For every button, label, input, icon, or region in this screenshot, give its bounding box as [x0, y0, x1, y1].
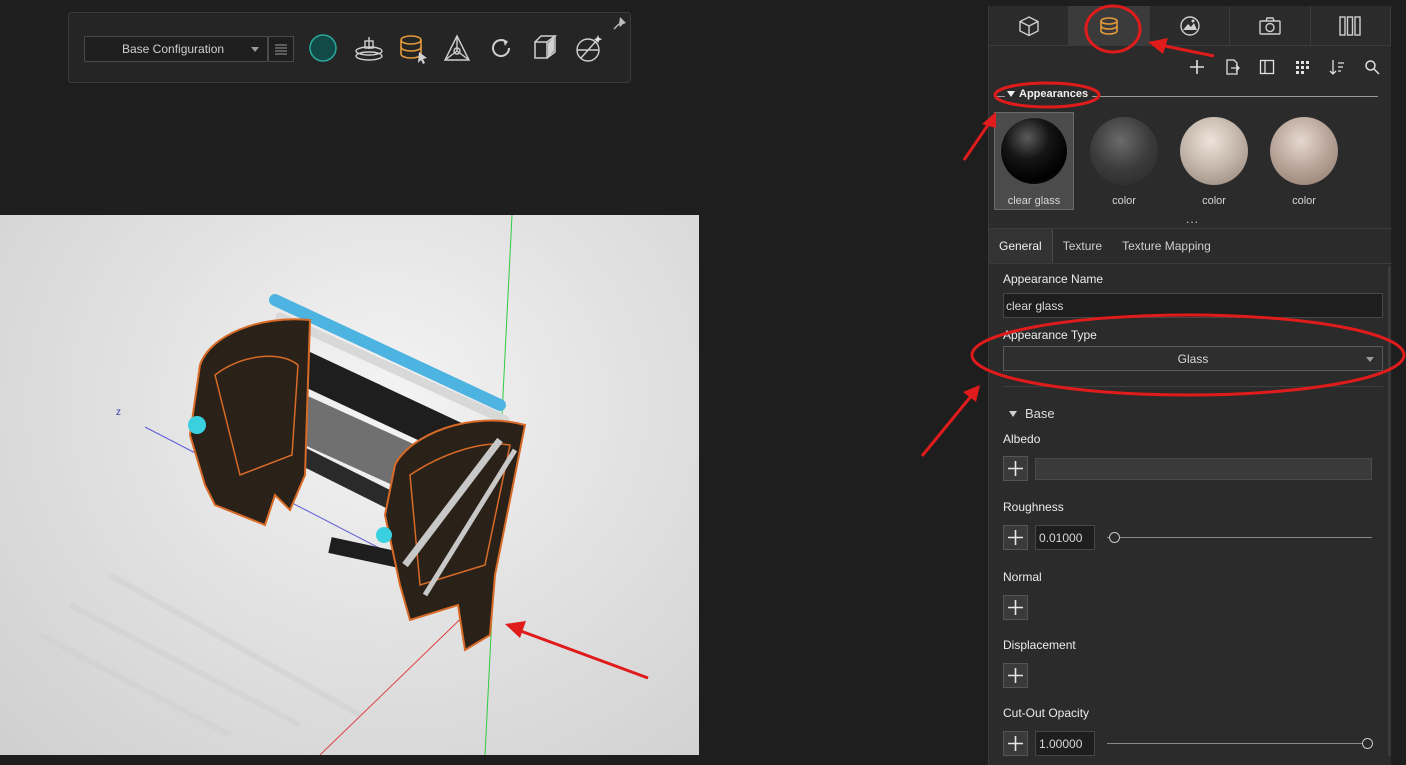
- section-divider: [1092, 96, 1378, 97]
- tab-library[interactable]: [1311, 6, 1392, 46]
- roughness-add-texture-button[interactable]: [1003, 525, 1028, 550]
- swatch-label: clear glass: [1007, 195, 1061, 207]
- plus-icon: [1008, 668, 1023, 683]
- library-icon: [1339, 16, 1362, 36]
- swatch-clear-glass[interactable]: clear glass: [994, 112, 1074, 210]
- appearance-pick-icon[interactable]: [395, 30, 431, 66]
- configuration-dropdown[interactable]: Base Configuration: [84, 36, 268, 62]
- magic-wand-icon[interactable]: [571, 30, 607, 66]
- swatch-color-1[interactable]: color: [1084, 112, 1164, 210]
- appearance-type-label: Appearance Type: [1003, 328, 1097, 342]
- tab-camera[interactable]: [1230, 6, 1311, 46]
- roughness-label: Roughness: [1003, 500, 1064, 514]
- appearance-subtabs: General Texture Texture Mapping: [989, 228, 1392, 264]
- section-divider-left: [997, 96, 1005, 97]
- 3d-viewport[interactable]: z: [0, 215, 699, 755]
- appearance-swatches: clear glass color color color: [994, 112, 1344, 210]
- swatch-label: color: [1112, 195, 1136, 207]
- chevron-down-icon: [251, 47, 259, 52]
- tab-model[interactable]: [989, 6, 1070, 46]
- tab-texture[interactable]: Texture: [1053, 229, 1112, 263]
- roughness-input[interactable]: 0.01000: [1035, 525, 1095, 550]
- properties-panel: Appearances clear glass color color colo…: [988, 6, 1392, 765]
- albedo-label: Albedo: [1003, 432, 1041, 446]
- caret-down-icon: [1009, 410, 1017, 417]
- more-handle[interactable]: ...: [1186, 212, 1199, 226]
- tab-environment[interactable]: [1150, 6, 1231, 46]
- model-render: [38, 215, 527, 755]
- annotation-arrowhead: [963, 385, 980, 402]
- plus-icon: [1008, 736, 1023, 751]
- grid-icon[interactable]: [1291, 56, 1313, 78]
- turntable-icon[interactable]: [351, 30, 387, 66]
- panel-tabs: [989, 6, 1392, 46]
- tab-texture-mapping[interactable]: Texture Mapping: [1112, 229, 1221, 263]
- swatch-label: color: [1202, 195, 1226, 207]
- environment-icon: [1179, 16, 1200, 36]
- viewport-toolbar: Base Configuration: [68, 12, 631, 83]
- axis-label-z: z: [116, 407, 121, 418]
- swatch-color-3[interactable]: color: [1264, 112, 1344, 210]
- panel-scrollbar[interactable]: [1388, 266, 1391, 756]
- export-icon[interactable]: [1221, 56, 1243, 78]
- cutout-opacity-slider-handle[interactable]: [1361, 738, 1373, 749]
- axis-triad-icon[interactable]: [439, 30, 475, 66]
- cutout-opacity-slider[interactable]: [1107, 743, 1372, 744]
- pin-icon[interactable]: [613, 16, 627, 35]
- plus-icon[interactable]: [1186, 56, 1208, 78]
- appearance-actions: [1186, 56, 1383, 78]
- color-sphere-thumbnail: [1090, 117, 1158, 185]
- chevron-down-icon: [1366, 357, 1374, 362]
- sort-icon[interactable]: [1326, 56, 1348, 78]
- cube-icon: [1019, 16, 1039, 37]
- plus-icon: [1008, 461, 1023, 476]
- normal-add-texture-button[interactable]: [1003, 595, 1028, 620]
- appearances-section-title: Appearances: [1019, 88, 1089, 100]
- plus-icon: [1008, 600, 1023, 615]
- configuration-list-button[interactable]: [268, 36, 294, 62]
- panel-icon[interactable]: [1256, 56, 1278, 78]
- roughness-slider[interactable]: [1107, 537, 1372, 538]
- glass-sphere-thumbnail: [1000, 117, 1068, 185]
- albedo-add-texture-button[interactable]: [1003, 456, 1028, 481]
- normal-label: Normal: [1003, 570, 1042, 584]
- albedo-color-field[interactable]: [1035, 458, 1372, 480]
- plus-icon: [1008, 530, 1023, 545]
- search-icon[interactable]: [1361, 56, 1383, 78]
- divider: [1003, 386, 1383, 387]
- cutout-add-texture-button[interactable]: [1003, 731, 1028, 756]
- swatch-color-2[interactable]: color: [1174, 112, 1254, 210]
- base-section-header[interactable]: Base: [1009, 406, 1055, 421]
- camera-icon: [1259, 17, 1281, 35]
- base-section-title: Base: [1025, 406, 1055, 421]
- caret-down-icon: [1007, 91, 1015, 97]
- tab-appearances[interactable]: [1069, 6, 1150, 46]
- swatch-label: color: [1292, 195, 1316, 207]
- configuration-value: Base Configuration: [122, 42, 225, 56]
- tab-general[interactable]: General: [989, 229, 1053, 263]
- cutout-opacity-label: Cut-Out Opacity: [1003, 706, 1090, 720]
- appearance-name-label: Appearance Name: [1003, 272, 1104, 286]
- displacement-add-texture-button[interactable]: [1003, 663, 1028, 688]
- list-icon: [275, 44, 287, 55]
- appearance-name-input[interactable]: clear glass: [1003, 293, 1383, 318]
- appearance-type-dropdown[interactable]: Glass: [1003, 346, 1383, 371]
- appearance-type-value: Glass: [1177, 351, 1209, 366]
- appearance-icon: [1100, 17, 1118, 35]
- appearances-section-header[interactable]: Appearances: [1007, 88, 1088, 100]
- box-icon[interactable]: [527, 30, 563, 66]
- annotation-arrow-type: [920, 394, 974, 457]
- cutout-opacity-input[interactable]: 1.00000: [1035, 731, 1095, 756]
- displacement-label: Displacement: [1003, 638, 1076, 652]
- roughness-slider-handle[interactable]: [1109, 532, 1121, 543]
- color-sphere-thumbnail: [1270, 117, 1338, 185]
- annotation-arrow-appearances: [962, 121, 992, 161]
- sphere-icon[interactable]: [305, 30, 341, 66]
- refresh-icon[interactable]: [483, 30, 519, 66]
- color-sphere-thumbnail: [1180, 117, 1248, 185]
